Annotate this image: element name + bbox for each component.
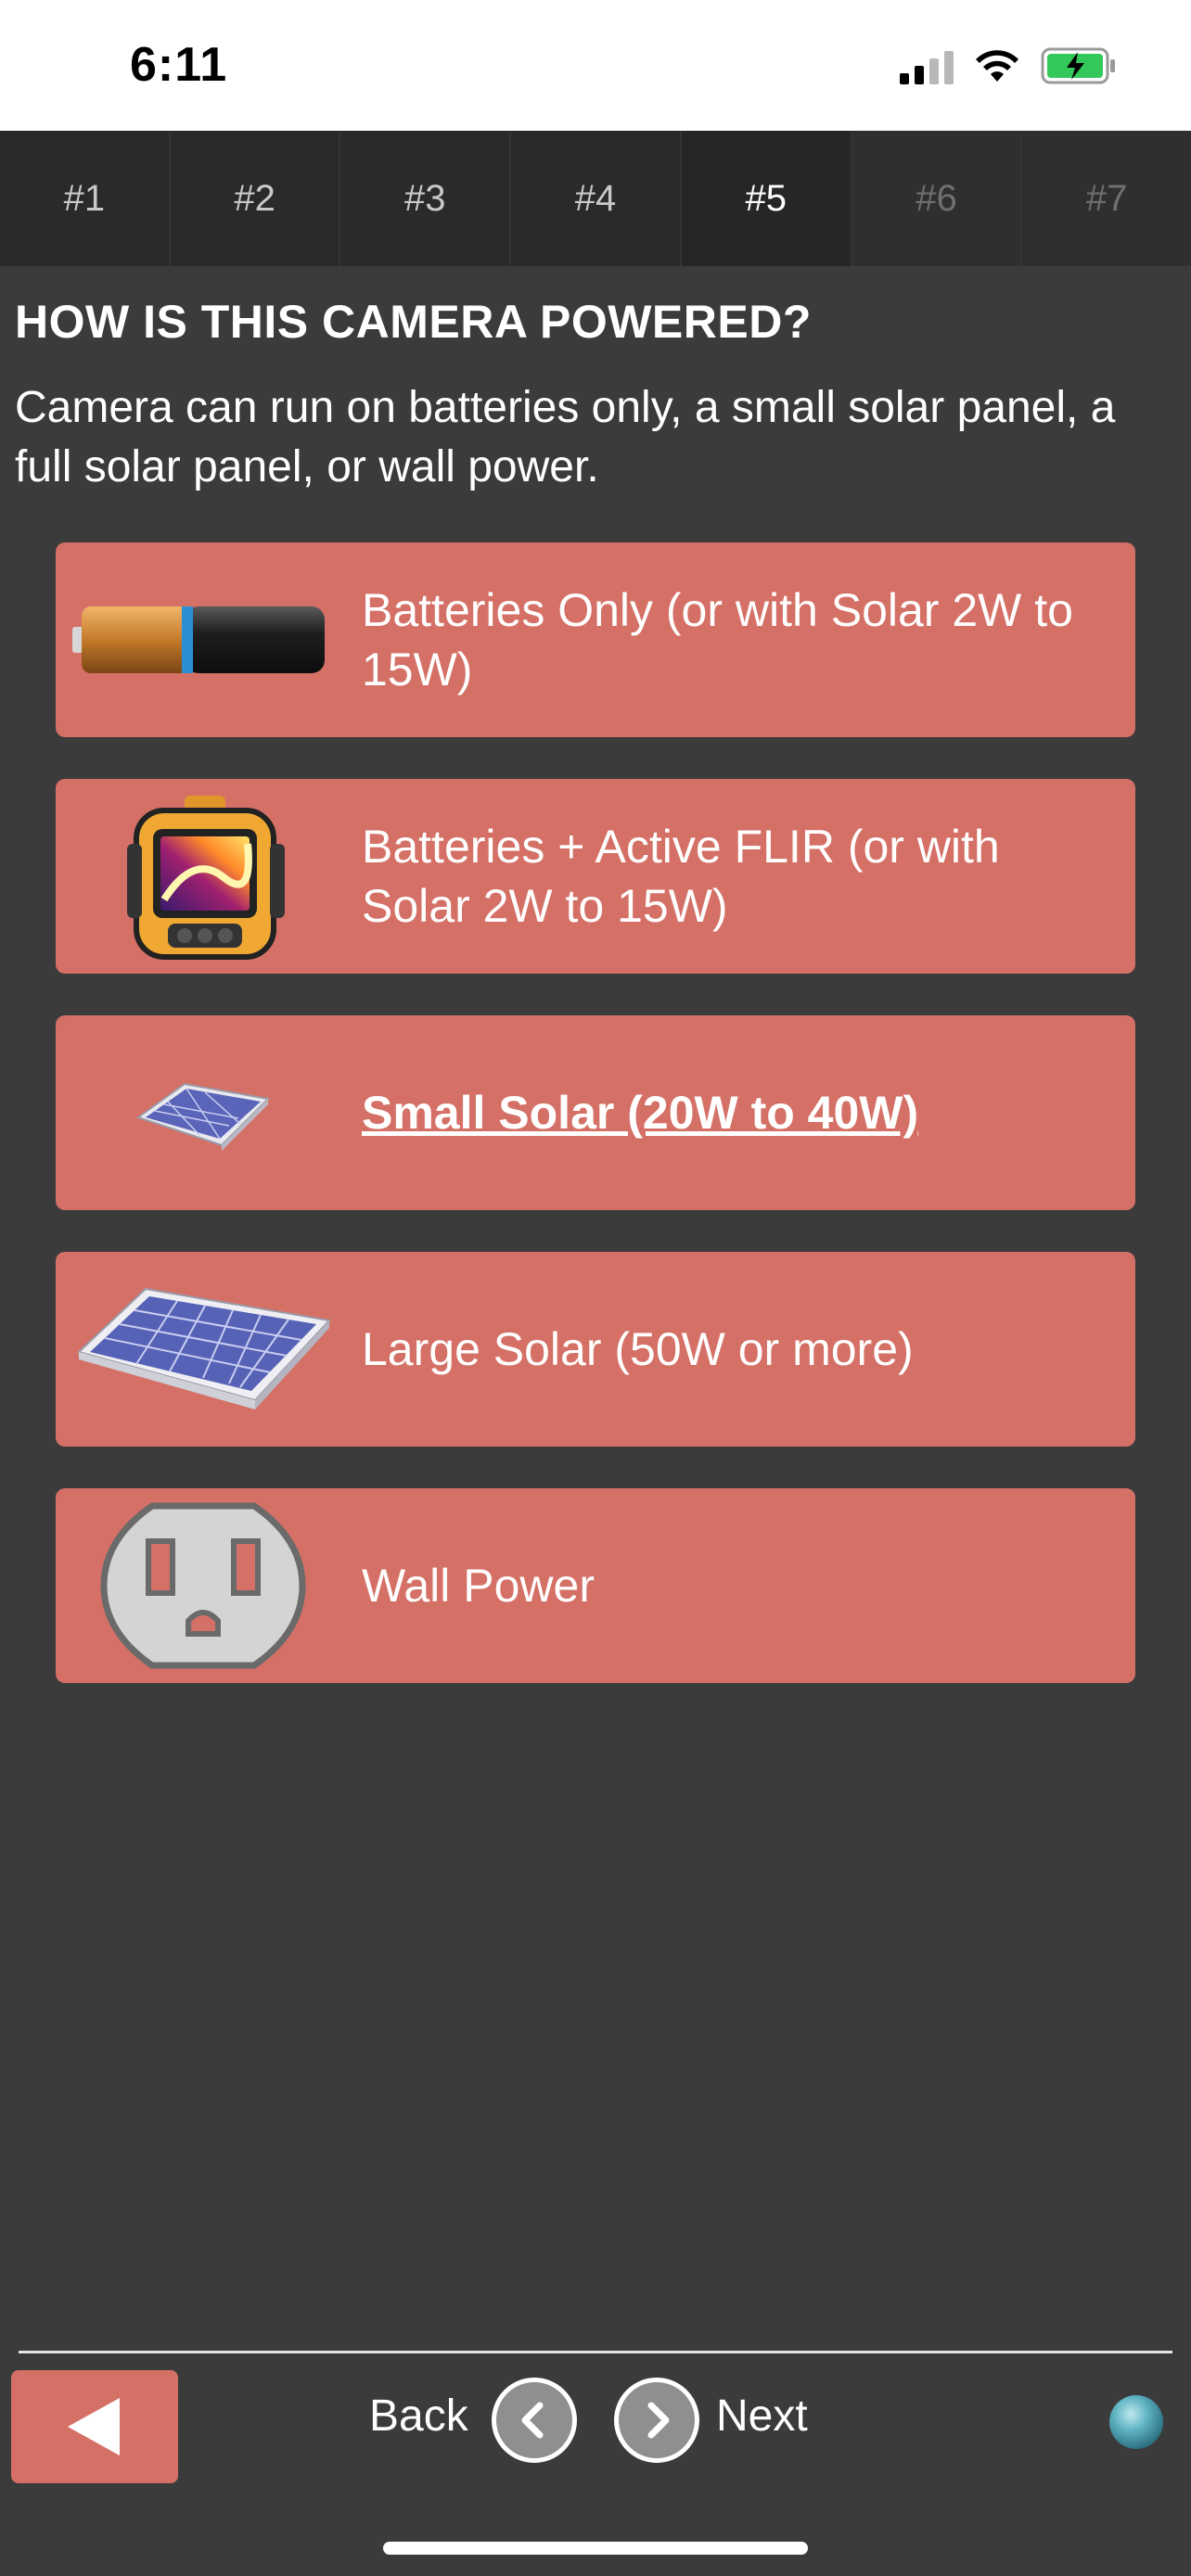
thermal-camera-icon — [69, 779, 338, 974]
help-orb-icon[interactable] — [1109, 2395, 1163, 2449]
tab-5[interactable]: #5 — [681, 131, 852, 266]
back-arrow-button[interactable] — [11, 2370, 178, 2483]
wifi-icon — [976, 50, 1018, 82]
option-batteries-only[interactable]: Batteries Only (or with Solar 2W to 15W) — [56, 542, 1135, 737]
cellular-signal-icon — [900, 47, 954, 84]
home-indicator — [383, 2542, 808, 2555]
battery-charging-icon — [1041, 47, 1115, 84]
option-small-solar[interactable]: Small Solar (20W to 40W) — [56, 1015, 1135, 1210]
status-icons — [900, 46, 1117, 85]
option-label: Small Solar (20W to 40W) — [362, 1087, 919, 1139]
status-time: 6:11 — [130, 38, 228, 92]
tab-3[interactable]: #3 — [340, 131, 512, 266]
tab-1[interactable]: #1 — [0, 131, 171, 266]
chevron-left-icon — [521, 2402, 544, 2439]
option-label: Wall Power — [362, 1560, 595, 1612]
tab-6: #6 — [852, 131, 1023, 266]
next-button[interactable] — [614, 2378, 699, 2463]
tab-4[interactable]: #4 — [511, 131, 682, 266]
wall-outlet-icon — [69, 1488, 338, 1683]
question-description: Camera can run on batteries only, a smal… — [15, 383, 1116, 491]
next-label[interactable]: Next — [716, 2391, 808, 2442]
left-triangle-icon — [68, 2398, 120, 2455]
back-button[interactable] — [492, 2378, 577, 2463]
option-label: Batteries + Active FLIR (or with Solar 2… — [362, 821, 1000, 932]
chevron-right-icon — [647, 2402, 670, 2439]
option-batteries-flir[interactable]: Batteries + Active FLIR (or with Solar 2… — [56, 779, 1135, 974]
large-solar-panel-icon — [69, 1252, 338, 1447]
step-tabs: #1 #2 #3 #4 #5 #6 #7 — [0, 131, 1191, 266]
question-title: HOW IS THIS CAMERA POWERED? — [15, 296, 812, 348]
option-label: Large Solar (50W or more) — [362, 1323, 914, 1375]
footer-divider — [19, 2351, 1172, 2353]
small-solar-panel-icon — [69, 1015, 338, 1210]
back-label[interactable]: Back — [369, 2391, 468, 2442]
option-wall-power[interactable]: Wall Power — [56, 1488, 1135, 1683]
status-bar: 6:11 — [0, 0, 1191, 131]
tab-7: #7 — [1022, 131, 1191, 266]
option-large-solar[interactable]: Large Solar (50W or more) — [56, 1252, 1135, 1447]
option-label: Batteries Only (or with Solar 2W to 15W) — [362, 584, 1073, 695]
tab-2[interactable]: #2 — [171, 131, 341, 266]
battery-icon — [69, 542, 338, 737]
